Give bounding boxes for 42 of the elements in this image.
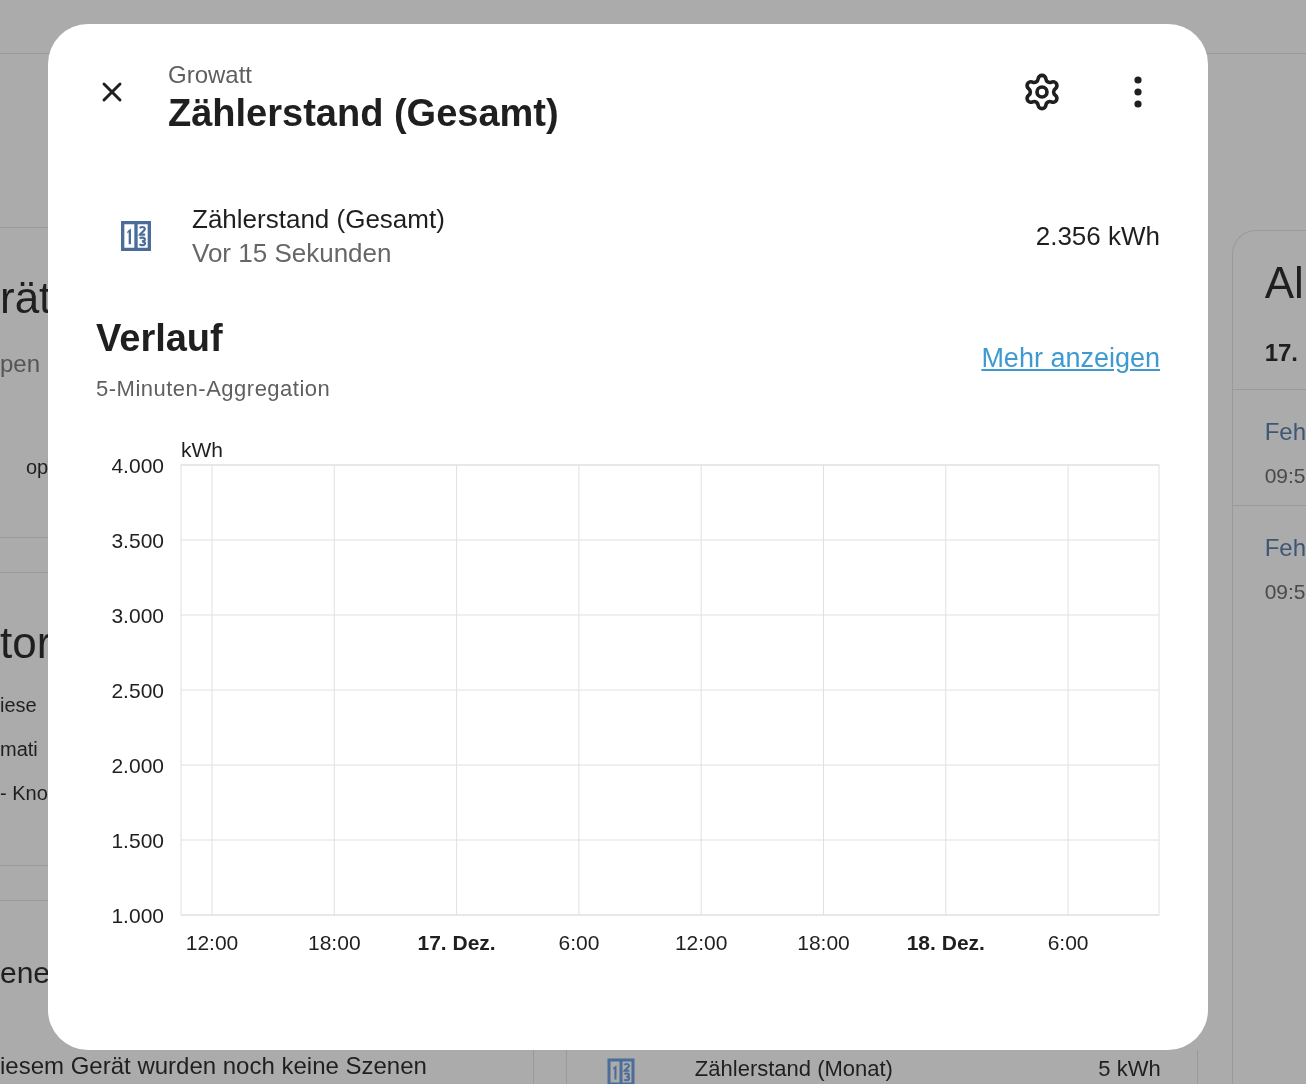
x-axis-label: 17. Dez.	[417, 930, 496, 956]
y-axis-label: 1.500	[111, 829, 164, 852]
x-axis-label: 12:00	[674, 930, 728, 956]
axis-unit: kWh	[181, 438, 223, 461]
entity-name: Zählerstand (Gesamt)	[192, 203, 445, 236]
list-item: mati	[0, 737, 39, 762]
card-title: tor	[0, 617, 53, 669]
date-heading: 17.	[1264, 338, 1299, 368]
entity-name: Zählerstand (Monat)	[694, 1055, 893, 1082]
card-title: Al	[1264, 257, 1305, 309]
x-axis-label: 6:00	[558, 930, 600, 956]
card-text: iesem Gerät wurden noch keine Szenen	[0, 1053, 428, 1079]
more-icon	[1134, 76, 1142, 108]
list-item: - Kno	[0, 781, 49, 806]
dialog-title: Zählerstand (Gesamt)	[168, 91, 559, 136]
entry-time: 09:5	[1264, 463, 1306, 489]
card-title: rät	[0, 272, 53, 324]
entity-state: 2.356 kWh	[1035, 219, 1160, 253]
y-axis-label: 3.000	[111, 604, 164, 627]
x-axis-label: 18:00	[797, 930, 850, 956]
y-axis-label: 2.500	[111, 679, 164, 702]
y-axis-label: 2.000	[111, 754, 164, 777]
card-title: ene	[0, 955, 51, 991]
y-axis-label: 3.500	[111, 529, 164, 552]
more-link[interactable]: Mehr anzeigen	[981, 338, 1160, 379]
last-changed: Vor 15 Sekunden	[192, 237, 393, 270]
section-subtitle: 5-Minuten-Aggregation	[96, 375, 331, 403]
x-axis-label: 18. Dez.	[906, 930, 985, 956]
card-subtitle: pen	[0, 349, 42, 379]
settings-icon	[1022, 72, 1062, 112]
list-item: op	[26, 455, 49, 480]
section-title: Verlauf	[96, 316, 224, 360]
dialog-subtitle: Growatt	[168, 60, 254, 90]
y-axis-label: 4.000	[111, 454, 164, 477]
entity-value: 5 kWh	[1098, 1055, 1161, 1082]
entry-title: Feh	[1264, 533, 1306, 563]
entry-title: Feh	[1264, 417, 1306, 447]
x-axis-label: 6:00	[1047, 930, 1089, 956]
entry-time: 09:5	[1264, 579, 1306, 605]
x-axis-label: 12:00	[185, 930, 239, 956]
x-axis-label: 18:00	[308, 930, 361, 956]
y-axis-label: 1.000	[111, 904, 164, 927]
